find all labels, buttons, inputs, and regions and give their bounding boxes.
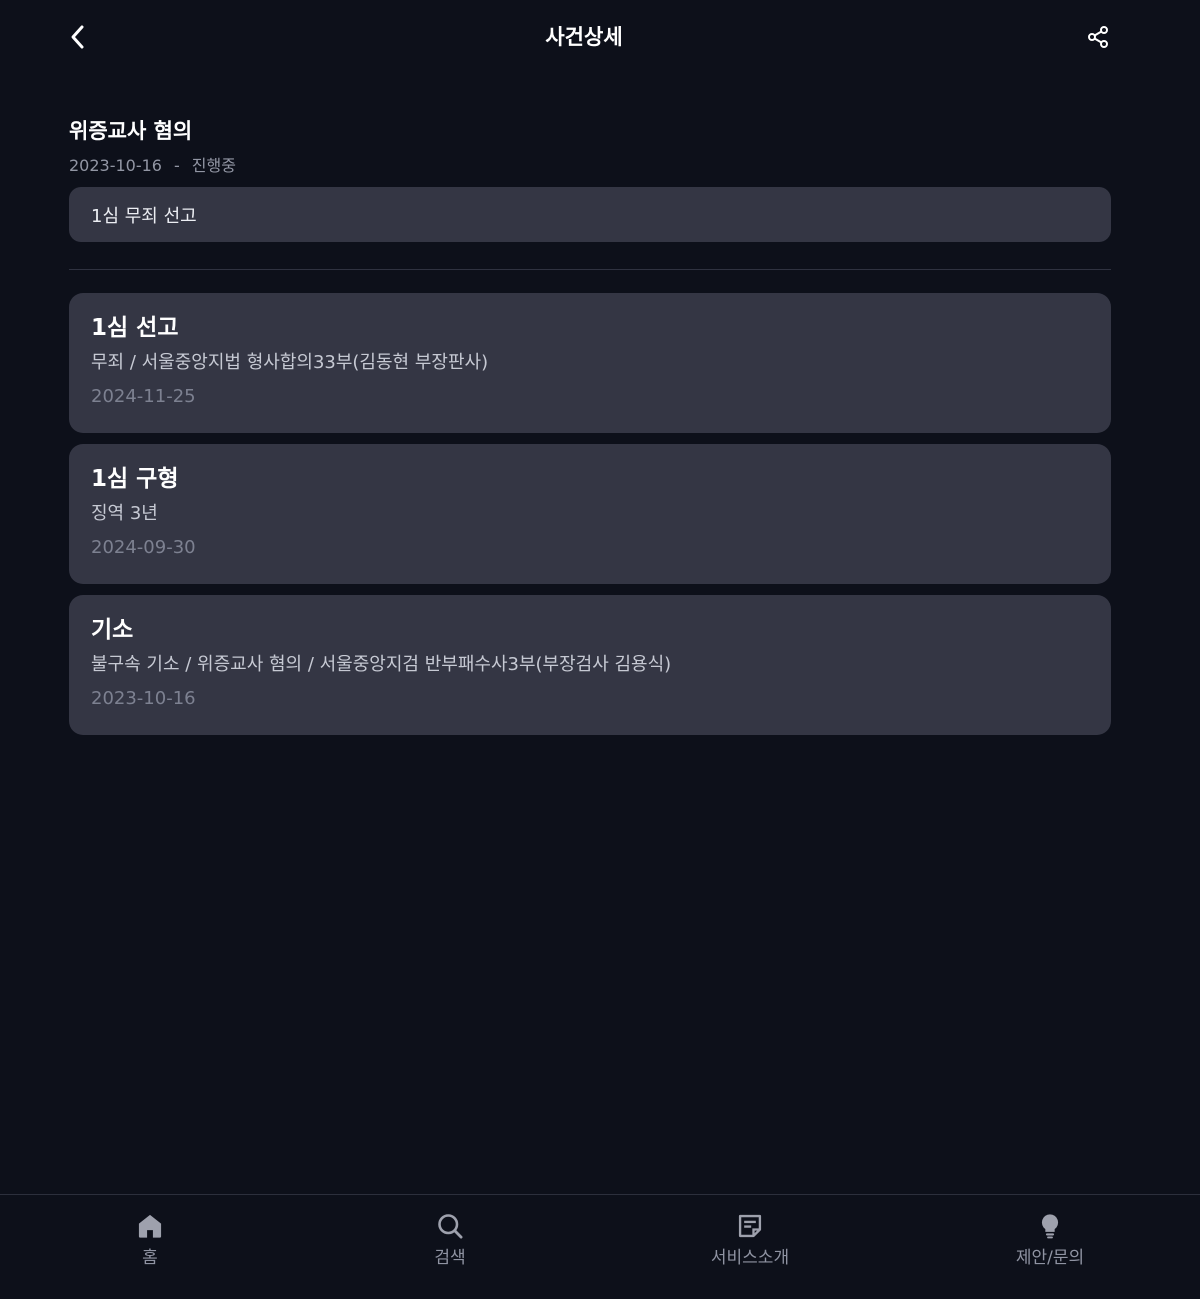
event-date: 2023-10-16: [91, 688, 196, 709]
nav-label: 홈: [142, 1248, 158, 1268]
event-date: 2024-09-30: [91, 537, 196, 558]
case-status: 진행중: [191, 156, 236, 175]
top-app-bar: 사건상세: [0, 0, 1200, 76]
nav-item-home[interactable]: 홈: [0, 1195, 300, 1299]
event-title: 1심 구형: [91, 466, 179, 492]
nav-label: 서비스소개: [710, 1248, 790, 1268]
event-detail: 불구속 기소 / 위증교사 혐의 / 서울중앙지검 반부패수사3부(부장검사 김…: [91, 654, 672, 675]
case-title: 위증교사 혐의: [69, 119, 193, 143]
event-date: 2024-11-25: [91, 386, 196, 407]
lightbulb-icon: [1035, 1211, 1065, 1241]
nav-label: 검색: [434, 1248, 466, 1268]
nav-label: 제안/문의: [1015, 1248, 1085, 1268]
case-summary-box: 1심 무죄 선고: [69, 187, 1111, 242]
event-card-verdict: 1심 선고 무죄 / 서울중앙지법 형사합의33부(김동현 부장판사) 2024…: [69, 293, 1111, 433]
event-detail: 무죄 / 서울중앙지법 형사합의33부(김동현 부장판사): [91, 352, 489, 373]
home-icon: [135, 1211, 165, 1241]
event-card-sentencing-request: 1심 구형 징역 3년 2024-09-30: [69, 444, 1111, 584]
share-button[interactable]: [1082, 20, 1114, 54]
event-title: 기소: [91, 617, 134, 643]
page-title: 사건상세: [545, 25, 623, 49]
nav-item-service-intro[interactable]: 서비스소개: [600, 1195, 900, 1299]
event-detail: 징역 3년: [91, 503, 158, 524]
nav-item-feedback[interactable]: 제안/문의: [900, 1195, 1200, 1299]
document-icon: [735, 1211, 765, 1241]
case-date: 2023-10-16: [69, 156, 162, 175]
bottom-navigation: 홈 검색 서비스소개 제안/문의: [0, 1194, 1200, 1299]
share-icon: [1088, 26, 1108, 48]
search-icon: [435, 1211, 465, 1241]
case-meta-separator: -: [173, 156, 180, 175]
case-meta: 2023-10-16 - 진행중: [69, 154, 236, 178]
event-title: 1심 선고: [91, 315, 179, 341]
case-summary: 1심 무죄 선고: [91, 205, 197, 227]
nav-item-search[interactable]: 검색: [300, 1195, 600, 1299]
event-card-indictment: 기소 불구속 기소 / 위증교사 혐의 / 서울중앙지검 반부패수사3부(부장검…: [69, 595, 1111, 735]
event-timeline: 1심 선고 무죄 / 서울중앙지법 형사합의33부(김동현 부장판사) 2024…: [69, 293, 1111, 746]
section-divider: [69, 269, 1111, 270]
